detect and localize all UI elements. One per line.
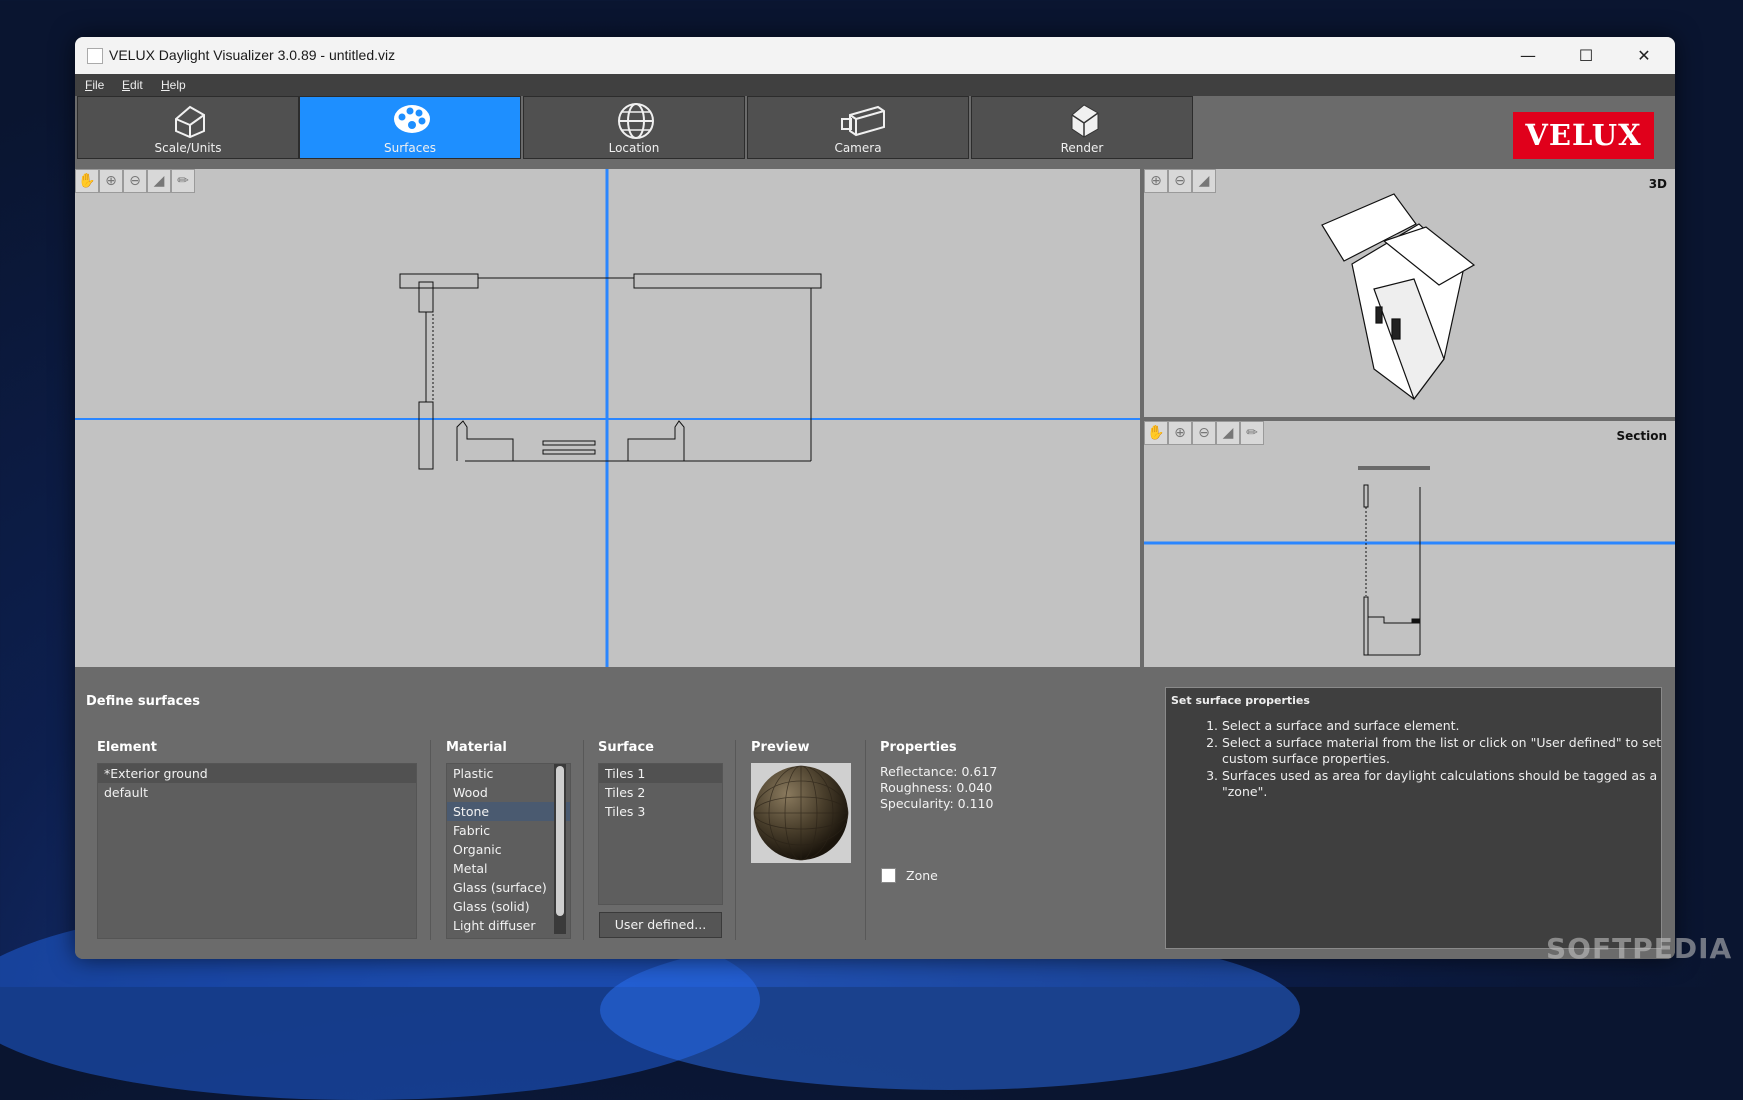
maximize-button[interactable]: ☐ xyxy=(1557,37,1615,74)
define-surfaces-title: Define surfaces xyxy=(86,694,200,709)
roughness-value: Roughness: 0.040 xyxy=(880,780,993,795)
menu-file[interactable]: File xyxy=(85,78,104,92)
list-item[interactable]: Tiles 1 xyxy=(599,764,722,783)
tab-label: Render xyxy=(1060,141,1104,155)
material-header: Material xyxy=(446,740,507,755)
menu-bar: File Edit Help xyxy=(75,74,1675,96)
list-item[interactable]: Glass (solid) xyxy=(447,897,570,916)
help-step: Select a surface material from the list … xyxy=(1222,735,1662,768)
material-scrollbar[interactable] xyxy=(554,764,566,934)
title-bar: VELUX Daylight Visualizer 3.0.89 - untit… xyxy=(75,37,1675,74)
tab-location[interactable]: Location xyxy=(523,96,745,159)
user-defined-button[interactable]: User defined... xyxy=(599,912,722,938)
menu-edit[interactable]: Edit xyxy=(122,78,143,92)
minimize-icon: — xyxy=(1520,46,1536,65)
palette-icon xyxy=(394,105,430,133)
divider xyxy=(430,740,431,940)
softpedia-watermark: SOFTPEDIA xyxy=(1546,932,1733,965)
list-item[interactable]: Metal xyxy=(447,859,570,878)
material-list[interactable]: Plastic Wood Stone Fabric Organic Metal … xyxy=(446,763,571,939)
list-item[interactable]: Tiles 2 xyxy=(599,783,722,802)
globe-icon xyxy=(618,103,654,139)
list-item[interactable]: Stone xyxy=(447,802,570,821)
scrollbar-thumb[interactable] xyxy=(556,766,564,916)
window-title: VELUX Daylight Visualizer 3.0.89 - untit… xyxy=(109,47,396,63)
3d-viewport[interactable]: ⊕ ⊖ ◢ 3D xyxy=(1144,169,1675,417)
close-icon: ✕ xyxy=(1637,46,1651,65)
divider xyxy=(735,740,736,940)
preview-header: Preview xyxy=(751,740,810,755)
list-item[interactable]: *Exterior ground xyxy=(98,764,416,783)
element-list[interactable]: *Exterior ground default xyxy=(97,763,417,939)
velux-logo: VELUX xyxy=(1513,112,1654,159)
divider xyxy=(865,740,866,940)
tab-surfaces[interactable]: Surfaces xyxy=(299,96,521,159)
list-item[interactable]: Organic xyxy=(447,840,570,859)
divider xyxy=(583,740,584,940)
logo-text: VELUX xyxy=(1525,118,1642,152)
specularity-value: Specularity: 0.110 xyxy=(880,796,994,811)
camera-icon xyxy=(841,105,885,137)
plan-viewport[interactable]: ✋ ⊕ ⊖ ◢ ✏ xyxy=(75,169,1140,669)
list-item[interactable]: Tiles 3 xyxy=(599,802,722,821)
properties-header: Properties xyxy=(880,740,957,755)
help-step: Select a surface and surface element. xyxy=(1222,718,1662,735)
render-cube-icon xyxy=(1071,104,1099,138)
minimize-button[interactable]: — xyxy=(1499,37,1557,74)
house-wireframe-icon xyxy=(175,105,205,139)
list-item[interactable]: Fabric xyxy=(447,821,570,840)
zone-checkbox[interactable] xyxy=(881,868,896,883)
close-button[interactable]: ✕ xyxy=(1615,37,1673,74)
list-item[interactable]: Plastic xyxy=(447,764,570,783)
zone-label: Zone xyxy=(906,868,938,883)
section-viewport[interactable]: ✋ ⊕ ⊖ ◢ ✏ Section xyxy=(1144,421,1675,669)
element-header: Element xyxy=(97,740,157,755)
help-box: Set surface properties Select a surface … xyxy=(1165,687,1662,949)
plan-drawing xyxy=(75,169,1140,669)
list-item[interactable]: Glass (surface) xyxy=(447,878,570,897)
list-item[interactable]: Light diffuser xyxy=(447,916,570,935)
reflectance-value: Reflectance: 0.617 xyxy=(880,764,998,779)
tab-label: Surfaces xyxy=(384,141,436,155)
help-step: Surfaces used as area for daylight calcu… xyxy=(1222,768,1662,801)
list-item[interactable]: default xyxy=(98,783,416,802)
app-icon xyxy=(87,48,103,64)
tab-label: Scale/Units xyxy=(154,141,222,155)
surface-header: Surface xyxy=(598,740,654,755)
tab-camera[interactable]: Camera xyxy=(747,96,969,159)
stone-sphere-preview xyxy=(753,765,849,861)
tab-label: Camera xyxy=(834,141,882,155)
menu-help[interactable]: Help xyxy=(161,78,186,92)
section-drawing xyxy=(1144,466,1675,656)
tab-label: Location xyxy=(608,141,660,155)
surface-list[interactable]: Tiles 1 Tiles 2 Tiles 3 xyxy=(598,763,723,905)
material-preview xyxy=(751,763,851,863)
maximize-icon: ☐ xyxy=(1578,46,1594,65)
tab-scale-units[interactable]: Scale/Units xyxy=(77,96,299,159)
list-item[interactable]: Wood xyxy=(447,783,570,802)
help-steps: Select a surface and surface element. Se… xyxy=(1194,718,1662,801)
help-title: Set surface properties xyxy=(1171,694,1310,707)
3d-model xyxy=(1321,193,1476,401)
tab-render[interactable]: Render xyxy=(971,96,1193,159)
